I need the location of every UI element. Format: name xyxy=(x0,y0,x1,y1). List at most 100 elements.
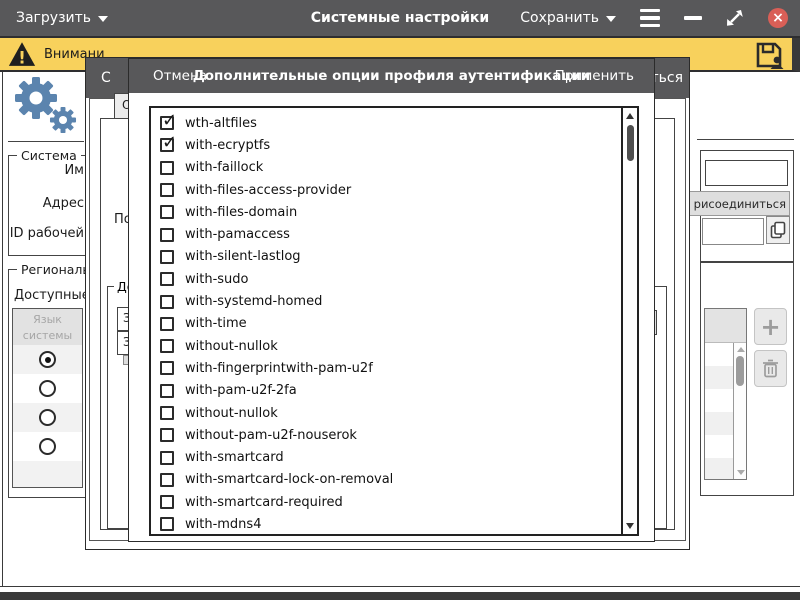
option-row[interactable]: with-systemd-homed xyxy=(151,290,621,312)
radio-unselected[interactable] xyxy=(39,409,56,426)
option-checkbox[interactable] xyxy=(160,361,174,375)
options-scrollbar[interactable] xyxy=(621,108,637,534)
option-label: with-smartcard-lock-on-removal xyxy=(185,472,393,487)
option-label: with-ecryptfs xyxy=(185,138,270,153)
option-checkbox[interactable] xyxy=(160,473,174,487)
save-user-icon[interactable] xyxy=(754,40,786,70)
scroll-up-icon[interactable] xyxy=(626,113,634,119)
settings-logo xyxy=(8,74,84,142)
language-table-body xyxy=(13,345,82,488)
chevron-down-icon xyxy=(606,16,616,22)
option-checkbox[interactable] xyxy=(160,406,174,420)
option-row[interactable]: with-sudo xyxy=(151,268,621,290)
option-checkbox[interactable] xyxy=(160,183,174,197)
close-icon[interactable]: × xyxy=(768,8,788,28)
language-row[interactable] xyxy=(13,345,82,374)
join-button-label: рисоединиться xyxy=(694,197,786,211)
option-row[interactable]: with-faillock xyxy=(151,157,621,179)
scroll-down-icon[interactable] xyxy=(737,470,745,475)
option-checkbox[interactable] xyxy=(160,495,174,509)
option-checkbox[interactable] xyxy=(160,116,174,130)
option-label: with-faillock xyxy=(185,160,263,175)
option-row[interactable]: with-files-domain xyxy=(151,201,621,223)
maximize-icon[interactable] xyxy=(726,9,744,27)
save-menu-button[interactable]: Сохранить xyxy=(520,10,616,26)
option-checkbox[interactable] xyxy=(160,228,174,242)
copy-icon xyxy=(770,221,786,239)
option-row[interactable]: with-silent-lastlog xyxy=(151,246,621,268)
scroll-down-icon[interactable] xyxy=(626,523,634,529)
option-checkbox[interactable] xyxy=(160,384,174,398)
option-row[interactable]: with-pamaccess xyxy=(151,223,621,245)
option-label: with-silent-lastlog xyxy=(185,249,301,264)
language-row[interactable] xyxy=(13,403,82,432)
option-checkbox[interactable] xyxy=(160,205,174,219)
dialog-left-button-fragment[interactable]: С xyxy=(101,70,111,86)
option-row[interactable]: with-smartcard xyxy=(151,446,621,468)
option-row[interactable]: with-files-access-provider xyxy=(151,179,621,201)
name-field-label: Им xyxy=(64,163,84,178)
radio-unselected[interactable] xyxy=(39,438,56,455)
language-row[interactable] xyxy=(13,374,82,403)
radio-selected[interactable] xyxy=(39,351,56,368)
text-input[interactable] xyxy=(702,218,764,245)
option-label: with-files-domain xyxy=(185,205,297,220)
chevron-down-icon xyxy=(98,16,108,22)
option-row[interactable]: without-nullok xyxy=(151,335,621,357)
option-row[interactable]: wth-altfiles xyxy=(151,112,621,134)
right-panel-divider xyxy=(697,139,794,140)
option-label: with-smartcard xyxy=(185,450,284,465)
language-table: Язык системы xyxy=(12,308,83,488)
option-row[interactable]: with-pam-u2f-2fa xyxy=(151,380,621,402)
option-label: wth-altfiles xyxy=(185,116,257,131)
option-checkbox[interactable] xyxy=(160,517,174,531)
options-listbox: wth-altfiles with-ecryptfs with-faillock… xyxy=(149,106,639,536)
option-row[interactable]: with-ecryptfs xyxy=(151,134,621,156)
option-row[interactable]: with-time xyxy=(151,313,621,335)
option-checkbox[interactable] xyxy=(160,272,174,286)
load-menu-button[interactable]: Загрузить xyxy=(16,10,108,26)
side-list xyxy=(704,308,747,480)
option-checkbox[interactable] xyxy=(160,161,174,175)
option-label: with-systemd-homed xyxy=(185,294,322,309)
add-button[interactable]: + xyxy=(754,308,787,345)
option-row[interactable]: without-nullok xyxy=(151,402,621,424)
modal-titlebar: Отмена Дополнительные опции профиля ауте… xyxy=(129,59,654,93)
option-row[interactable]: with-smartcard-required xyxy=(151,491,621,513)
language-table-header: Язык системы xyxy=(13,309,82,345)
option-checkbox[interactable] xyxy=(160,250,174,264)
scrollbar-thumb[interactable] xyxy=(736,356,744,386)
scrollbar-thumb[interactable] xyxy=(627,125,634,161)
option-checkbox[interactable] xyxy=(160,317,174,331)
language-row[interactable] xyxy=(13,432,82,461)
join-button[interactable]: рисоединиться xyxy=(680,191,790,216)
copy-button[interactable] xyxy=(766,216,790,244)
scroll-up-icon[interactable] xyxy=(737,347,745,352)
option-label: with-sudo xyxy=(185,272,249,287)
radio-unselected[interactable] xyxy=(39,380,56,397)
warning-triangle-icon: ! xyxy=(8,41,36,68)
option-label: with-pam-u2f-2fa xyxy=(185,383,297,398)
option-row[interactable]: without-pam-u2f-nouserok xyxy=(151,424,621,446)
option-checkbox[interactable] xyxy=(160,451,174,465)
option-checkbox[interactable] xyxy=(160,428,174,442)
address-field-label: Адрес xyxy=(43,196,84,211)
side-list-scrollbar[interactable] xyxy=(733,343,746,479)
minimize-icon[interactable] xyxy=(684,16,702,20)
menu-icon[interactable] xyxy=(640,9,660,28)
text-input[interactable] xyxy=(705,160,788,186)
side-list-header xyxy=(705,309,746,343)
option-checkbox[interactable] xyxy=(160,138,174,152)
option-row[interactable]: with-fingerprintwith-pam-u2f xyxy=(151,357,621,379)
option-label: without-nullok xyxy=(185,339,278,354)
workstation-id-field-label: ID рабочей xyxy=(10,226,84,241)
option-row[interactable]: with-mdns4 xyxy=(151,513,621,534)
delete-button[interactable] xyxy=(754,350,787,387)
option-checkbox[interactable] xyxy=(160,295,174,309)
content-bottom-border xyxy=(0,586,800,587)
apply-button[interactable]: Применить xyxy=(555,68,634,84)
option-label: with-fingerprintwith-pam-u2f xyxy=(185,361,373,376)
option-label: with-mdns4 xyxy=(185,517,261,532)
option-row[interactable]: with-smartcard-lock-on-removal xyxy=(151,469,621,491)
option-checkbox[interactable] xyxy=(160,339,174,353)
